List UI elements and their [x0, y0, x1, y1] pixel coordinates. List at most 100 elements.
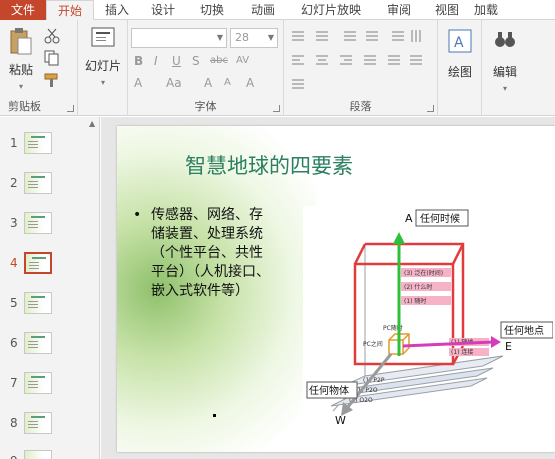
- copy-icon[interactable]: [44, 50, 62, 69]
- font-size-value: 28: [235, 31, 249, 44]
- axis-a-letter: A: [405, 212, 413, 225]
- bold-icon[interactable]: B: [134, 54, 143, 68]
- shrink-font-icon[interactable]: A: [224, 76, 231, 90]
- slide-thumbnail[interactable]: 8: [0, 412, 88, 438]
- thumbnail-scrollbar[interactable]: ▲: [88, 119, 99, 457]
- slide-number: 9: [10, 454, 18, 459]
- italic-icon[interactable]: I: [154, 54, 158, 68]
- clear-formatting-icon[interactable]: A: [246, 76, 254, 90]
- tab-insert[interactable]: 插入: [94, 0, 140, 20]
- font-name-combo[interactable]: ▼: [131, 28, 227, 48]
- font-group: ▼ 28 ▼ B I U S abc AV A Aa A A A 字体: [128, 20, 284, 116]
- tab-slideshow[interactable]: 幻灯片放映: [288, 0, 374, 20]
- slide-preview: [24, 412, 52, 434]
- tab-review[interactable]: 审阅: [374, 0, 424, 20]
- bullet-line: 嵌入式软件等）: [151, 283, 249, 299]
- slide-number: 4: [10, 256, 18, 270]
- paragraph-icons: [292, 30, 422, 89]
- axis-w-label: 任何物体: [309, 384, 349, 397]
- tab-design[interactable]: 设计: [140, 0, 186, 20]
- tab-file[interactable]: 文件: [0, 0, 46, 20]
- axis-e-label: 任何地点: [504, 324, 544, 337]
- slide-number: 1: [10, 136, 18, 150]
- iot-cube-diagram[interactable]: (3) 泛在(时间) (2) 什么时 (1) 随时 (1) 随地 (1) 连接 …: [303, 206, 553, 426]
- tab-view[interactable]: 视图: [424, 0, 470, 20]
- slide-thumbnail[interactable]: 7: [0, 372, 88, 398]
- slide-thumbnail-pane: 1 2 3 4 5 6 7 8 9 ▲: [0, 117, 100, 459]
- character-spacing-icon[interactable]: AV: [236, 54, 249, 68]
- axis-w-letter: W: [335, 414, 346, 426]
- drawing-button-label: 绘图: [447, 65, 472, 79]
- bullet-icon: •: [133, 207, 142, 223]
- slide-layout-icon: [91, 27, 115, 47]
- grow-font-icon[interactable]: A: [204, 76, 212, 90]
- paragraph-launcher[interactable]: [427, 105, 434, 112]
- font-color-icon[interactable]: A: [134, 76, 142, 90]
- axis-e-letter: E: [505, 340, 512, 353]
- chevron-down-icon: ▼: [216, 33, 223, 42]
- bullet-line: 传感器、网络、存: [151, 207, 263, 223]
- svg-text:A: A: [454, 35, 464, 51]
- font-size-combo[interactable]: 28 ▼: [230, 28, 278, 48]
- chevron-down-icon: ▼: [267, 33, 274, 42]
- clipboard-group-label: 剪贴板: [8, 100, 41, 113]
- editing-button-label: 编辑: [492, 65, 517, 79]
- svg-text:(2) 什么时: (2) 什么时: [404, 283, 432, 291]
- slide-thumbnail[interactable]: 1: [0, 132, 88, 158]
- paste-button[interactable]: 粘贴 ▾: [4, 26, 38, 92]
- axis-a-label: 任何时候: [420, 212, 460, 225]
- bullet-line: 平台）（人机接口、: [151, 264, 270, 280]
- slide-thumbnail[interactable]: 2: [0, 172, 88, 198]
- tab-home[interactable]: 开始: [46, 0, 94, 21]
- svg-text:PC之间: PC之间: [363, 340, 383, 348]
- paragraph-group-label: 段落: [349, 100, 372, 113]
- slide-number: 2: [10, 176, 18, 190]
- text-cursor: [213, 414, 216, 417]
- font-group-label: 字体: [194, 100, 217, 113]
- slide-thumbnail-current[interactable]: 4: [0, 252, 88, 278]
- slide-preview: [24, 172, 52, 194]
- shadow-icon[interactable]: S: [192, 54, 200, 68]
- slides-button[interactable]: 幻灯片 ▾: [83, 26, 123, 88]
- clipboard-launcher[interactable]: [67, 105, 74, 112]
- slide-title[interactable]: 智慧地球的四要素: [185, 150, 485, 180]
- scroll-up-icon[interactable]: ▲: [89, 119, 95, 128]
- slide[interactable]: 智慧地球的四要素 • 传感器、网络、存 储装置、处理系统 （个性平台、共性 平台…: [117, 126, 555, 452]
- underline-icon[interactable]: U: [172, 54, 181, 68]
- slide-thumbnail[interactable]: 9: [0, 450, 88, 459]
- svg-text:(3) 泛在(时间): (3) 泛在(时间): [404, 269, 443, 277]
- change-case-icon[interactable]: Aa: [166, 76, 182, 90]
- cut-icon[interactable]: [44, 28, 60, 47]
- slide-thumbnail[interactable]: 3: [0, 212, 88, 238]
- svg-text:(1) 连接: (1) 连接: [451, 348, 473, 356]
- tab-transitions[interactable]: 切换: [186, 0, 238, 20]
- editing-button[interactable]: 编辑 ▾: [486, 28, 524, 94]
- slide-preview: [24, 332, 52, 354]
- chevron-down-icon: ▾: [18, 82, 23, 91]
- slide-thumbnail[interactable]: 5: [0, 292, 88, 318]
- paste-label: 粘贴: [8, 63, 33, 77]
- slide-thumbnail[interactable]: 6: [0, 332, 88, 358]
- slide-preview: [24, 132, 52, 154]
- slides-group: 幻灯片 ▾: [78, 20, 128, 116]
- font-launcher[interactable]: [273, 105, 280, 112]
- bullet-line: （个性平台、共性: [151, 245, 263, 261]
- slide-preview: [24, 252, 52, 274]
- slide-number: 5: [10, 296, 18, 310]
- slide-canvas: 智慧地球的四要素 • 传感器、网络、存 储装置、处理系统 （个性平台、共性 平台…: [101, 117, 555, 459]
- drawing-group: A 绘图: [438, 20, 482, 116]
- slide-body-text[interactable]: • 传感器、网络、存 储装置、处理系统 （个性平台、共性 平台）（人机接口、 嵌…: [133, 206, 313, 301]
- chevron-down-icon: ▾: [502, 84, 507, 93]
- slide-number: 6: [10, 336, 18, 350]
- svg-text:(1) 随时: (1) 随时: [404, 297, 426, 305]
- slide-number: 3: [10, 216, 18, 230]
- format-painter-icon[interactable]: [44, 72, 62, 91]
- drawing-button[interactable]: A 绘图: [442, 28, 478, 80]
- tab-animations[interactable]: 动画: [238, 0, 288, 20]
- slide-preview: [24, 212, 52, 234]
- clipboard-group: 粘贴 ▾ 剪贴板: [0, 20, 78, 116]
- strikethrough-icon[interactable]: abc: [210, 54, 228, 68]
- editing-group: 编辑 ▾: [482, 20, 528, 116]
- tab-addins[interactable]: 加载: [470, 0, 505, 20]
- slide-number: 8: [10, 416, 18, 430]
